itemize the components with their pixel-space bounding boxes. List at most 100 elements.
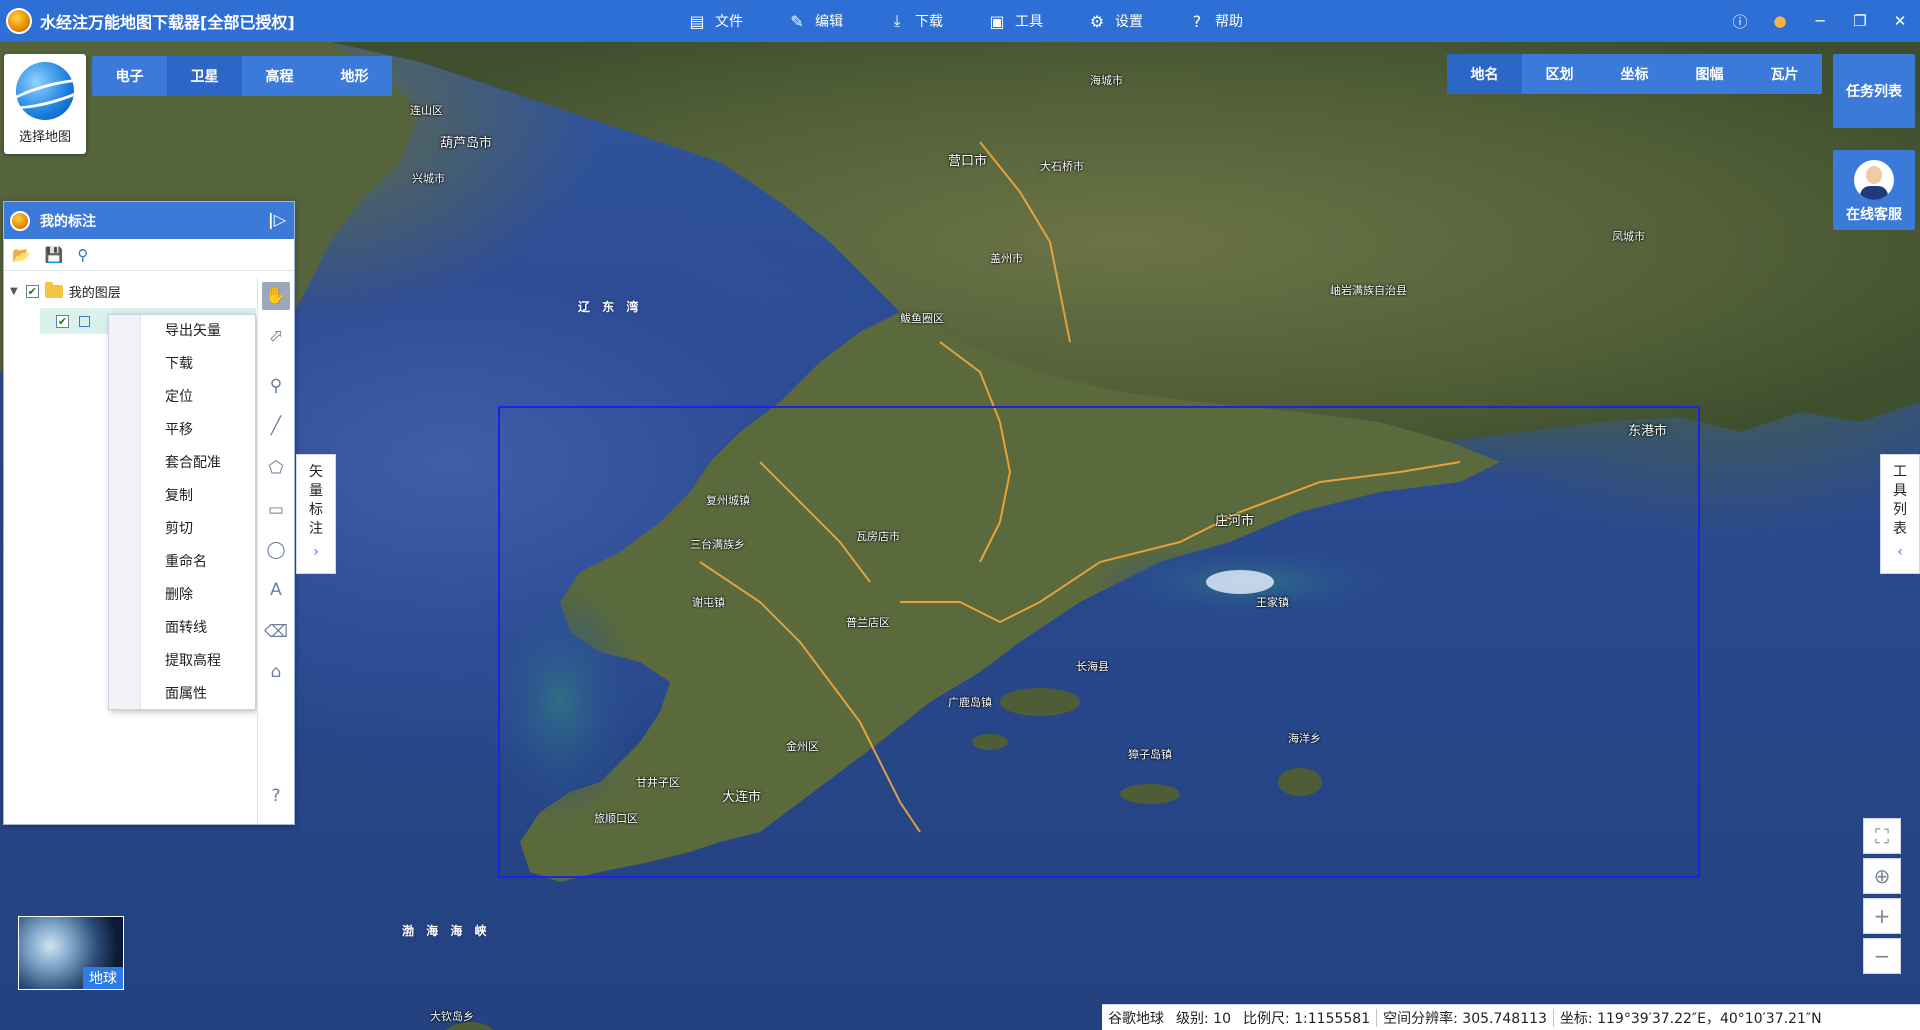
place-label: 大石桥市 [1040,160,1084,173]
ctx-delete[interactable]: 删除 [165,579,193,612]
text-icon[interactable]: A [262,576,290,604]
status-scale: 比例尺: 1:1155581 [1242,1010,1371,1027]
app-title: 水经注万能地图下载器[全部已授权] [40,13,295,32]
tab-electronic[interactable]: 电子 [92,56,167,96]
layer-checkbox[interactable]: ✔ [25,284,39,298]
child-checkbox[interactable]: ✔ [56,314,69,328]
status-source: 谷歌地球 [1108,1010,1164,1027]
info-icon[interactable]: ⓘ [1720,0,1760,42]
drawing-toolbar: ✋ ⬀ ⚲ ╱ ⬠ ▭ ◯ A ⌫ ⌂ ? [257,278,293,824]
minimize-button[interactable]: ─ [1800,0,1840,42]
marker-icon[interactable]: ⚲ [262,372,290,400]
select-map-button[interactable]: 选择地图 [4,54,86,154]
place-label: 连山区 [410,104,443,117]
place-label: 兴城市 [412,172,445,185]
ctx-download[interactable]: 下载 [165,348,193,381]
edit-icon: ✎ [790,11,804,31]
polygon-icon [79,315,90,327]
menu-edit[interactable]: ✎ 编辑 [765,0,865,42]
zoom-out-button[interactable]: − [1863,938,1901,974]
sea-label-bohai-strait: 渤 海 海 峡 [402,924,491,938]
tab-elevation[interactable]: 高程 [242,56,317,96]
panel-header: 我的标注 |▷ [4,202,294,239]
status-resolution: 空间分辨率: 305.748113 [1383,1010,1547,1027]
plus-icon: + [1873,904,1891,928]
ctx-extract-elevation[interactable]: 提取高程 [165,645,221,678]
ctx-cut[interactable]: 剪切 [165,513,193,546]
menu-settings[interactable]: ⚙ 设置 [1065,0,1165,42]
panel-toolbar: 📂 💾 ⚲ [4,239,294,271]
task-list-button[interactable]: 任务列表 [1833,54,1915,128]
search-icon[interactable]: ⚲ [77,246,88,264]
expand-icon[interactable]: ▼ [10,286,18,297]
menu-tools[interactable]: ▣ 工具 [965,0,1065,42]
ctx-rename[interactable]: 重命名 [165,546,207,579]
select-arrow-icon[interactable]: ⬀ [262,322,290,350]
status-level: 级别: 10 [1176,1010,1231,1027]
status-coordinates: 坐标: 119°39′37.22″E，40°10′37.21″N [1559,1010,1822,1027]
user-icon[interactable]: ● [1760,0,1800,42]
menu-help[interactable]: ? 帮助 [1165,0,1265,42]
collapse-panel-icon[interactable]: |▷ [268,210,286,229]
close-button[interactable]: ✕ [1880,0,1920,42]
chevron-right-icon: › [313,544,319,560]
help-circle-icon[interactable]: ? [262,782,290,810]
tree-root[interactable]: ▼ ✔ 我的图层 [10,278,121,304]
tab-sheet[interactable]: 图幅 [1672,54,1747,94]
tab-coordinates[interactable]: 坐标 [1597,54,1672,94]
window-controls: ⓘ ● ─ ❐ ✕ [1720,0,1920,42]
open-folder-icon[interactable]: 📂 [12,246,31,264]
menu-download[interactable]: ⤓ 下载 [865,0,965,42]
crosshair-icon: ⊕ [1873,864,1891,888]
menu-file[interactable]: ▤ 文件 [665,0,765,42]
online-service-button[interactable]: 在线客服 [1833,150,1915,230]
map-type-tabs: 电子 卫星 高程 地形 [92,56,392,96]
folder-icon [44,281,63,298]
service-avatar-icon [1854,160,1894,200]
locate-button[interactable]: ⊕ [1863,858,1901,894]
eraser-icon[interactable]: ⌫ [262,618,290,646]
rectangle-icon[interactable]: ▭ [262,496,290,524]
save-icon[interactable]: 💾 [45,246,64,264]
polygon-icon[interactable]: ⬠ [262,454,290,482]
place-label: 营口市 [948,154,988,169]
overlay-tabs: 地名 区划 坐标 图幅 瓦片 [1447,54,1822,94]
place-label: 海城市 [1090,74,1123,87]
sea-label-liaodong-bay: 辽 东 湾 [578,300,643,314]
folder-icon: ▤ [689,11,705,31]
place-label: 盖州市 [990,252,1023,265]
ctx-pan[interactable]: 平移 [165,414,193,447]
tool-list-tab[interactable]: 工 具 列 表 ‹ [1880,454,1920,574]
selection-rectangle[interactable] [498,406,1700,878]
ctx-export-vector[interactable]: 导出矢量 [165,315,221,348]
tab-terrain[interactable]: 地形 [317,56,392,96]
vector-annotation-tab[interactable]: 矢 量 标 注 › [296,454,336,574]
download-icon: ⤓ [893,11,901,30]
zoom-in-button[interactable]: + [1863,898,1901,934]
app-logo-icon [6,8,32,34]
ctx-polygon-to-line[interactable]: 面转线 [165,612,207,645]
tab-place-names[interactable]: 地名 [1447,54,1522,94]
gear-icon: ⚙ [1089,11,1105,31]
toolbox-icon: ▣ [989,11,1005,31]
ctx-copy[interactable]: 复制 [165,480,193,513]
circle-icon[interactable]: ◯ [262,536,290,564]
measure-icon[interactable]: ⌂ [262,658,290,686]
restore-button[interactable]: ❐ [1840,0,1880,42]
panel-logo-icon [10,210,30,231]
pan-hand-icon[interactable]: ✋ [262,282,290,310]
context-menu: 导出矢量 下载 定位 平移 套合配准 复制 剪切 重命名 删除 面转线 提取高程… [108,314,256,710]
ctx-register[interactable]: 套合配准 [165,447,221,480]
line-icon[interactable]: ╱ [262,412,290,440]
place-label: 大钦岛乡 [430,1010,474,1023]
tab-districts[interactable]: 区划 [1522,54,1597,94]
fullscreen-icon: ⛶ [1875,824,1889,848]
tab-satellite[interactable]: 卫星 [167,56,242,96]
tab-tiles[interactable]: 瓦片 [1747,54,1822,94]
ctx-polygon-properties[interactable]: 面属性 [165,678,207,711]
fullscreen-button[interactable]: ⛶ [1863,818,1901,854]
earth-view-thumbnail[interactable]: 地球 [18,916,124,990]
status-bar: 谷歌地球 级别: 10 比例尺: 1:1155581 空间分辨率: 305.74… [1102,1004,1920,1030]
ctx-locate[interactable]: 定位 [165,381,193,414]
minus-icon: − [1873,944,1891,968]
